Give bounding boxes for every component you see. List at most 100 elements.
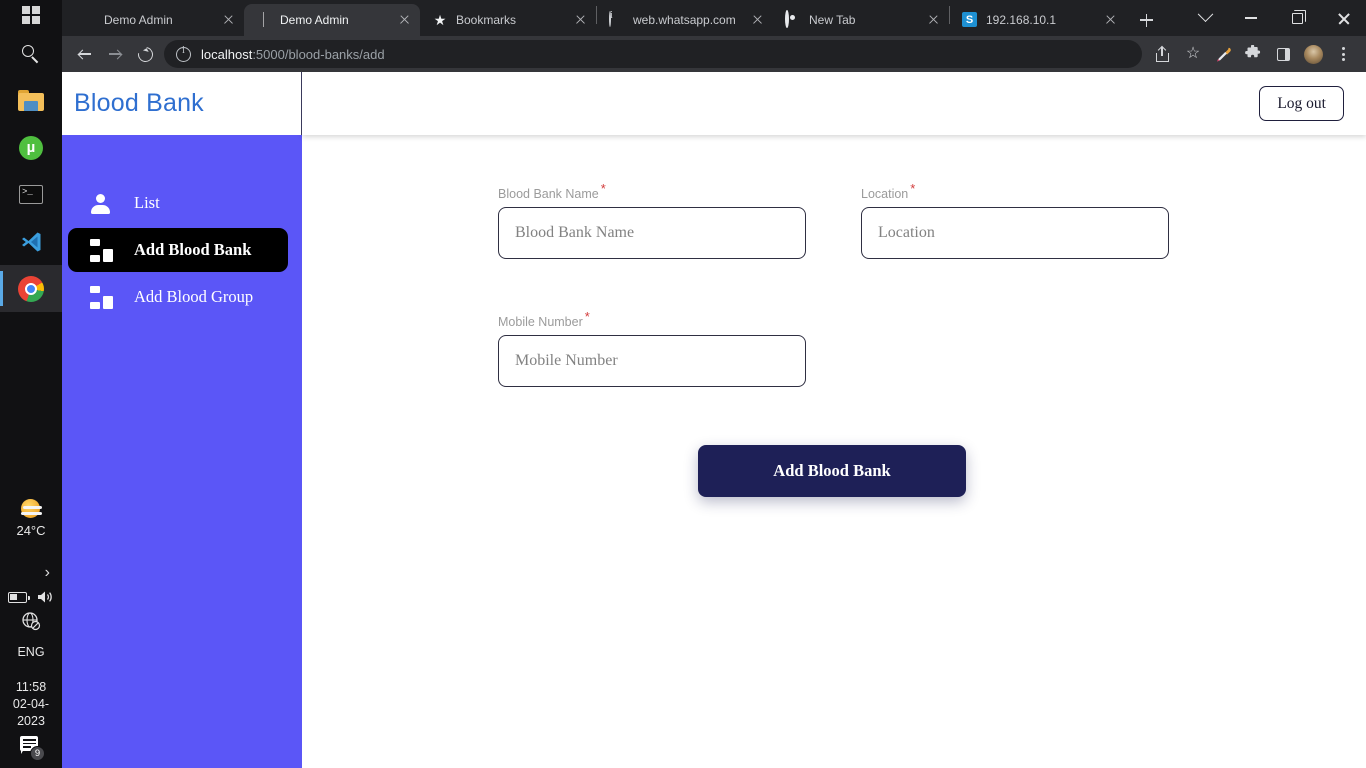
notifications-button[interactable]: 9 [18, 734, 45, 761]
tab-strip: Demo Admin Demo Admin ★ Bookmarks web.wh… [62, 0, 1366, 36]
terminal-icon [19, 185, 43, 204]
taskbar-chrome-icon[interactable] [0, 265, 62, 312]
app-brand-bar: Blood Bank [62, 72, 302, 135]
location-input[interactable] [861, 207, 1169, 259]
add-blood-bank-submit-button[interactable]: Add Blood Bank [698, 445, 966, 497]
tab-title: Bookmarks [456, 13, 517, 27]
browser-tab-3[interactable]: ★ Bookmarks [420, 4, 596, 36]
browser-toolbar: localhost:5000/blood-banks/add ☆ [62, 36, 1366, 72]
tab-close-icon[interactable] [396, 12, 412, 28]
profile-avatar [1303, 44, 1323, 64]
form-row-2: Mobile Number * [498, 308, 1366, 387]
app-top-bar: Log out [302, 72, 1366, 135]
field-blood-bank-name: Blood Bank Name * [498, 180, 806, 259]
sidebar-item-add-blood-group[interactable]: Add Blood Group [68, 275, 288, 319]
battery-icon [7, 591, 30, 603]
eyedropper-button[interactable] [1208, 39, 1238, 69]
tray-overflow-chevron-icon[interactable]: › [0, 564, 62, 582]
side-panel-button[interactable] [1268, 39, 1298, 69]
screen: µ 24°C › [0, 0, 1366, 768]
taskbar-utorrent-icon[interactable]: µ [0, 124, 62, 171]
form-row-1: Blood Bank Name* Location* [498, 180, 1366, 259]
site-info-icon[interactable] [176, 45, 191, 62]
tab-title: 192.168.10.1 [986, 13, 1057, 27]
tray-language[interactable]: ENG [17, 645, 44, 659]
bookmark-button[interactable]: ☆ [1178, 39, 1208, 69]
tab-close-icon[interactable] [749, 12, 765, 28]
eyedropper-icon [1215, 46, 1232, 63]
browser-tab-5[interactable]: New Tab [773, 4, 949, 36]
close-window-button[interactable] [1320, 0, 1366, 36]
tray-clock-date[interactable]: 02-04-2023 [0, 696, 62, 730]
tab-close-icon[interactable] [572, 12, 588, 28]
back-button[interactable] [70, 39, 100, 69]
tab-search-chevron-icon[interactable] [1182, 0, 1228, 36]
file-explorer-icon [18, 90, 44, 111]
share-icon [1155, 46, 1171, 62]
tab-title: web.whatsapp.com [633, 13, 736, 27]
chrome-circle-icon [785, 10, 801, 28]
taskbar-vscode-icon[interactable] [0, 218, 62, 265]
page-title: Blood Bank [74, 89, 204, 117]
blood-bank-name-input[interactable] [498, 207, 806, 259]
sun-cloud-icon [19, 497, 43, 521]
back-arrow-icon [77, 47, 92, 61]
tab-close-icon[interactable] [1102, 12, 1118, 28]
sidebar-item-list[interactable]: List [68, 181, 288, 225]
dashboard-grid-icon [90, 239, 118, 262]
reload-button[interactable] [130, 39, 160, 69]
add-blood-bank-form: Blood Bank Name* Location* Mobile Number… [302, 135, 1366, 497]
maximize-button[interactable] [1274, 0, 1320, 36]
tray-network[interactable] [0, 611, 62, 636]
logout-button[interactable]: Log out [1259, 85, 1344, 122]
tab-close-icon[interactable] [220, 12, 236, 28]
address-bar[interactable]: localhost:5000/blood-banks/add [164, 40, 1142, 68]
taskbar-terminal-icon[interactable] [0, 171, 62, 218]
browser-tab-6[interactable]: S 192.168.10.1 [950, 4, 1126, 36]
profile-button[interactable] [1298, 39, 1328, 69]
sidebar-item-add-blood-bank[interactable]: Add Blood Bank [68, 228, 288, 272]
toolbar-actions: ☆ [1148, 39, 1358, 69]
url-path: :5000/blood-banks/add [252, 46, 385, 62]
tab-close-icon[interactable] [925, 12, 941, 28]
bookmark-star-icon: ☆ [1185, 45, 1201, 62]
search-icon [21, 44, 41, 64]
submit-row: Add Blood Bank [498, 445, 1366, 497]
sidebar-item-label: List [134, 193, 160, 212]
star-icon: ★ [433, 12, 447, 28]
extensions-button[interactable] [1238, 39, 1268, 69]
browser-tab-2-active[interactable]: Demo Admin [244, 4, 420, 36]
minimize-button[interactable] [1228, 0, 1274, 36]
mobile-number-label: Mobile Number * [498, 308, 590, 329]
tray-weather[interactable]: 24°C [16, 493, 46, 538]
info-circle-icon [609, 11, 625, 28]
globe-gray-icon [80, 12, 96, 28]
sidebar-item-label: Add Blood Bank [134, 240, 252, 259]
vscode-icon [19, 230, 43, 254]
tray-battery-volume[interactable] [0, 590, 62, 604]
app-sidebar: List Add Blood Bank Add Blood Group [62, 135, 302, 768]
taskbar-file-explorer-icon[interactable] [0, 77, 62, 124]
tray-clock-time[interactable]: 11:58 [16, 679, 46, 696]
tray-temperature: 24°C [16, 523, 46, 538]
forward-button[interactable] [100, 39, 130, 69]
browser-tab-4[interactable]: web.whatsapp.com [597, 4, 773, 36]
taskbar-search-icon[interactable] [0, 30, 62, 77]
dashboard-grid-icon [90, 286, 118, 309]
tab-title: Demo Admin [104, 13, 173, 27]
field-mobile-number: Mobile Number * [498, 308, 806, 387]
chrome-menu-button[interactable] [1328, 39, 1358, 69]
forward-arrow-icon [108, 47, 123, 61]
main-content: Blood Bank Name* Location* Mobile Number… [302, 135, 1366, 768]
windows-taskbar: µ 24°C › [0, 0, 62, 768]
browser-tab-1[interactable]: Demo Admin [68, 4, 244, 36]
globe-color-icon [256, 12, 272, 28]
new-tab-button[interactable] [1132, 6, 1160, 34]
share-button[interactable] [1148, 39, 1178, 69]
start-button[interactable] [0, 0, 62, 30]
side-panel-icon [1276, 47, 1290, 61]
blood-bank-name-label: Blood Bank Name * [498, 180, 606, 201]
mobile-number-input[interactable] [498, 335, 806, 387]
url-host: localhost [201, 46, 253, 62]
chrome-menu-icon [1341, 47, 1345, 61]
